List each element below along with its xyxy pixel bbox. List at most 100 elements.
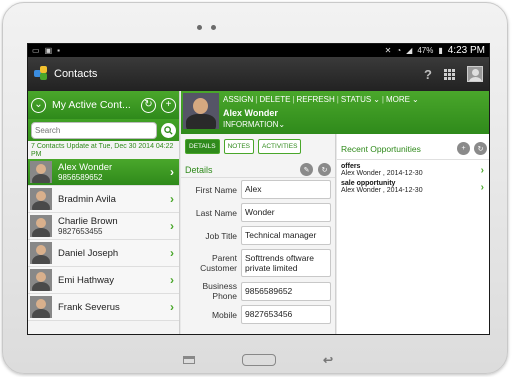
opportunities-panel: Recent Opportunities + ↻ offers Alex Wond… xyxy=(337,134,489,334)
opportunity-text: offers Alex Wonder , 2014-12-30 xyxy=(341,163,481,177)
separator: | xyxy=(255,95,258,104)
contact-photo xyxy=(183,93,219,129)
add-contact-button[interactable]: + xyxy=(161,97,176,113)
contact-text: Frank Severus xyxy=(58,302,170,313)
image-icon: ▣ xyxy=(44,46,53,55)
camera-icon xyxy=(197,25,202,30)
information-dropdown[interactable]: INFORMATION⌄ xyxy=(223,120,285,129)
home-button[interactable] xyxy=(241,354,276,366)
contact-row[interactable]: Daniel Joseph › xyxy=(28,240,179,267)
business-phone-field[interactable]: 9856589652 xyxy=(241,281,331,301)
search-icon[interactable] xyxy=(161,122,176,138)
business-phone-label: Business Phone xyxy=(202,281,238,301)
chevron-right-icon: › xyxy=(170,273,174,287)
tab-notes[interactable]: NOTES xyxy=(223,139,255,154)
details-form: First Name Alex Last Name Wonder Job Title Te… xyxy=(181,178,335,326)
contact-name: Bradmin Avila xyxy=(58,193,116,205)
field-row: Last Name Wonder xyxy=(181,201,335,224)
contacts-panel: ⌄ My Active Cont... ↻ + 7 Contacts Updat… xyxy=(28,91,180,334)
wifi-icon: ◔ xyxy=(396,46,402,55)
screen: ▭ ▣ ▪ ✕ ◔ ◢ 47% ▮ 4:23 PM Contacts ? ⌄ M… xyxy=(27,43,490,335)
tab-details[interactable]: DETAILS xyxy=(185,139,220,154)
contact-text: Daniel Joseph xyxy=(58,248,170,259)
opportunity-text: sale opportunity Alex Wonder , 2014-12-30 xyxy=(341,180,481,194)
action-bar: Contacts ? xyxy=(28,57,489,91)
parent-customer-field[interactable]: Softtrends oftware private limited xyxy=(241,249,331,277)
avatar xyxy=(30,188,52,210)
opportunity-meta: Alex Wonder , 2014-12-30 xyxy=(341,170,423,177)
update-status: 7 Contacts Update at Tue, Dec 30 2014 04… xyxy=(28,141,179,159)
contact-name: Alex Wonder xyxy=(223,108,278,118)
details-title: Details xyxy=(185,164,213,175)
last-name-label: Last Name xyxy=(195,207,237,218)
tab-bar: DETAILS NOTES ACTIVITIES xyxy=(181,134,335,159)
opportunity-item[interactable]: offers Alex Wonder , 2014-12-30 › xyxy=(337,160,489,177)
back-icon[interactable]: ↩ xyxy=(323,353,333,367)
chevron-right-icon: › xyxy=(170,165,174,179)
separator: | xyxy=(336,95,339,104)
contact-row[interactable]: Emi Hathway › xyxy=(28,267,179,294)
tab-activities[interactable]: ACTIVITIES xyxy=(258,139,302,154)
job-title-field[interactable]: Technical manager xyxy=(241,226,331,245)
action-refresh-button[interactable]: REFRESH xyxy=(297,95,335,104)
mobile-field[interactable]: 9827653456 xyxy=(241,305,331,324)
detail-header: ASSIGN | DELETE | REFRESH | STATUS ⌄ | MORE ⌄ Alex… xyxy=(181,91,489,134)
refresh-icon[interactable]: ↻ xyxy=(141,97,156,113)
add-opportunity-button[interactable]: + xyxy=(457,142,470,155)
contact-row[interactable]: Bradmin Avila › xyxy=(28,186,179,213)
chevron-right-icon: › xyxy=(480,164,484,176)
separator: | xyxy=(381,95,384,104)
job-title-label: Job Title xyxy=(205,230,237,241)
avatar xyxy=(30,296,52,318)
action-delete-button[interactable]: DELETE xyxy=(259,95,290,104)
action-menu: ASSIGN | DELETE | REFRESH | STATUS ⌄ | MORE ⌄ xyxy=(223,95,419,104)
contacts-panel-header: ⌄ My Active Cont... ↻ + xyxy=(28,91,179,119)
contact-text: Charlie Brown 9827653455 xyxy=(58,216,170,236)
contact-row[interactable]: Frank Severus › xyxy=(28,294,179,321)
first-name-field[interactable]: Alex xyxy=(241,180,331,199)
contact-phone: 9856589652 xyxy=(58,173,103,182)
field-row: Parent Customer Softtrends oftware privat… xyxy=(181,247,335,279)
profile-icon[interactable] xyxy=(467,66,483,82)
first-name-label: First Name xyxy=(195,184,237,195)
battery-level: 47% xyxy=(417,46,434,55)
opportunities-list: offers Alex Wonder , 2014-12-30 › sale oppo… xyxy=(337,160,489,194)
notification-icon: ▭ xyxy=(32,46,40,55)
details-panel: DETAILS NOTES ACTIVITIES Details ✎ ↻ First… xyxy=(181,134,336,334)
contact-text: Emi Hathway xyxy=(58,275,170,286)
app-logo-icon[interactable] xyxy=(34,66,48,82)
separator: | xyxy=(292,95,295,104)
field-row: First Name Alex xyxy=(181,178,335,201)
contact-text: Alex Wonder 9856589652 xyxy=(58,162,170,182)
refresh-icon[interactable]: ↻ xyxy=(474,142,487,155)
refresh-icon[interactable]: ↻ xyxy=(318,163,331,176)
device-nav-bar: ↩ xyxy=(183,351,333,369)
avatar xyxy=(30,269,52,291)
apps-grid-icon[interactable] xyxy=(444,68,455,80)
screenshot-icon: ▪ xyxy=(57,46,60,55)
contact-name: Frank Severus xyxy=(58,301,120,313)
chevron-right-icon: › xyxy=(480,181,484,193)
status-bar: ▭ ▣ ▪ ✕ ◔ ◢ 47% ▮ 4:23 PM xyxy=(28,44,489,57)
battery-icon: ▮ xyxy=(438,46,443,55)
chevron-down-icon[interactable]: ⌄ xyxy=(31,97,46,113)
chevron-down-icon: ⌄ xyxy=(278,120,286,129)
action-more-button[interactable]: MORE xyxy=(386,95,410,104)
field-row: Mobile 9827653456 xyxy=(181,303,335,326)
last-name-field[interactable]: Wonder xyxy=(241,203,331,222)
opportunities-header: Recent Opportunities + ↻ xyxy=(337,134,489,160)
action-assign-button[interactable]: ASSIGN xyxy=(223,95,253,104)
opportunity-item[interactable]: sale opportunity Alex Wonder , 2014-12-30… xyxy=(337,177,489,194)
opportunity-name: sale opportunity xyxy=(341,180,396,187)
sensor-icon xyxy=(211,25,216,30)
action-status-button[interactable]: STATUS xyxy=(341,95,371,104)
search-input[interactable] xyxy=(31,121,158,139)
help-icon[interactable]: ? xyxy=(424,67,432,82)
edit-icon[interactable]: ✎ xyxy=(300,163,313,176)
contact-row[interactable]: Alex Wonder 9856589652 › xyxy=(28,159,179,186)
clock: 4:23 PM xyxy=(447,45,485,56)
recent-apps-icon[interactable] xyxy=(183,356,195,364)
view-selector[interactable]: My Active Cont... xyxy=(52,99,134,111)
tablet-frame: ▭ ▣ ▪ ✕ ◔ ◢ 47% ▮ 4:23 PM Contacts ? ⌄ M… xyxy=(2,2,508,374)
contact-row[interactable]: Charlie Brown 9827653455 › xyxy=(28,213,179,240)
